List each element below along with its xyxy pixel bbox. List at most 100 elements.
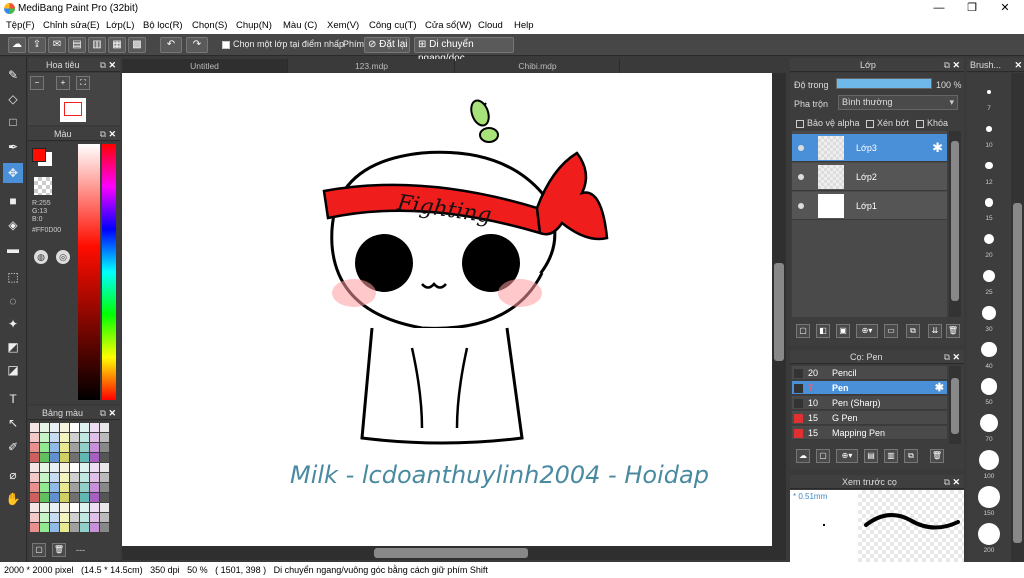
palette-swatch[interactable] [60, 523, 69, 532]
grid-icon[interactable]: ▦ [108, 37, 126, 53]
rect-tool-icon[interactable]: □ [3, 112, 23, 132]
brush-row[interactable]: 15 Mapping Pen [792, 426, 947, 440]
palette-swatch[interactable] [70, 483, 79, 492]
palette-swatch[interactable] [50, 443, 59, 452]
menu-select[interactable]: Chọn(S) [192, 20, 227, 31]
brush-size-dot[interactable] [979, 450, 999, 470]
close-button[interactable]: ✕ [988, 0, 1022, 17]
edit-brush-icon[interactable]: ▤ [864, 449, 878, 463]
palette-swatch[interactable] [60, 513, 69, 522]
palette-swatch[interactable] [70, 513, 79, 522]
navigator-thumbnail[interactable] [60, 98, 86, 122]
menu-cloud[interactable]: Cloud [478, 20, 503, 31]
palette-swatch[interactable] [90, 433, 99, 442]
import-brush-icon[interactable]: ▥ [884, 449, 898, 463]
palette-swatch[interactable] [50, 483, 59, 492]
menu-tools[interactable]: Công cụ(T) [369, 20, 417, 31]
vertical-scrollbar[interactable] [772, 73, 786, 546]
eraser-tool-icon[interactable]: ◇ [3, 89, 23, 109]
palette-swatch[interactable] [50, 463, 59, 472]
palette-swatch[interactable] [90, 423, 99, 432]
brush-size-dot[interactable] [979, 414, 999, 433]
brush-scrollbar[interactable] [949, 366, 961, 444]
foreground-color-swatch[interactable] [32, 148, 46, 162]
bucket-tool-icon[interactable]: ◈ [3, 215, 23, 235]
popout-icon[interactable]: ⧉ [100, 406, 106, 420]
reset-button[interactable]: ⊘ Đặt lại [364, 37, 410, 53]
palette-swatch[interactable] [100, 513, 109, 522]
canvas[interactable]: Fighting Milk - lcdoanthuylinh2004 - Hoi… [122, 73, 772, 546]
palette-swatch[interactable] [30, 473, 39, 482]
palette-swatch[interactable] [90, 513, 99, 522]
palette-swatch[interactable] [90, 523, 99, 532]
zoom-in-icon[interactable]: + [56, 76, 70, 90]
palette-swatch[interactable] [60, 423, 69, 432]
new-brush-icon[interactable]: ▢ [816, 449, 830, 463]
brush-size-scrollbar[interactable] [1011, 73, 1024, 562]
menu-file[interactable]: Tệp(F) [6, 20, 35, 31]
dropper-tool-icon[interactable]: ✐ [3, 437, 23, 457]
palette-swatch[interactable] [100, 473, 109, 482]
palette-swatch[interactable] [60, 463, 69, 472]
brush-size-dot[interactable] [984, 198, 994, 207]
palette-swatch[interactable] [60, 443, 69, 452]
trash-icon[interactable]: 🗑 [930, 449, 944, 463]
menu-filter[interactable]: Bộ lọc(R) [143, 20, 183, 31]
palette-swatch[interactable] [50, 523, 59, 532]
brush-size-dot[interactable] [978, 522, 1000, 545]
tab-123[interactable]: 123.mdp [289, 59, 455, 73]
palette-swatch[interactable] [80, 493, 89, 502]
palette-swatch[interactable] [30, 453, 39, 462]
select-layer-checkbox[interactable]: Chọn một lớp tại điểm nhấp [222, 39, 344, 49]
cloud-download-icon[interactable]: ☁ [796, 449, 810, 463]
select-pen-tool-icon[interactable]: ◩ [3, 337, 23, 357]
new-halftone-layer-icon[interactable]: ◧ [816, 324, 830, 338]
palette-swatch[interactable] [90, 443, 99, 452]
popout-icon[interactable]: ⧉ [944, 350, 950, 364]
palette-swatch[interactable] [70, 473, 79, 482]
palette-swatch[interactable] [70, 523, 79, 532]
palette-swatch[interactable] [100, 463, 109, 472]
palette-swatch[interactable] [100, 503, 109, 512]
palette-swatch[interactable] [40, 463, 49, 472]
popout-icon[interactable]: ⧉ [100, 127, 106, 141]
palette-swatch[interactable] [30, 513, 39, 522]
layer-scrollbar[interactable] [949, 131, 961, 317]
move-hv-button[interactable]: ⊞ Di chuyển ngang/dọc [414, 37, 514, 64]
brush-size-dot[interactable] [987, 90, 991, 94]
folder-icon[interactable]: ▭ [884, 324, 898, 338]
palette-swatch[interactable] [70, 493, 79, 502]
palette-swatch[interactable] [50, 513, 59, 522]
palette-swatch[interactable] [70, 433, 79, 442]
blend-select[interactable]: Bình thường ▾ [838, 95, 958, 110]
layer-row[interactable]: Lớp1 [792, 192, 947, 220]
palette-swatch[interactable] [80, 453, 89, 462]
protect-alpha-checkbox[interactable]: Bảo vệ alpha [796, 118, 860, 128]
popout-icon[interactable]: ⧉ [944, 475, 950, 489]
eye-icon[interactable] [798, 174, 804, 180]
palette-swatch[interactable] [40, 423, 49, 432]
palette-alt-icon[interactable]: ◎ [56, 250, 70, 264]
brush-size-dot[interactable] [986, 126, 992, 132]
gradient-tool-icon[interactable]: ▬ [3, 239, 23, 259]
palette-swatch[interactable] [90, 483, 99, 492]
palette-swatch[interactable] [60, 503, 69, 512]
tab-chibi[interactable]: Chibi.mdp [456, 59, 620, 73]
palette-swatch[interactable] [100, 453, 109, 462]
brightness-slider[interactable] [78, 144, 100, 400]
layer-row[interactable]: Lớp2 [792, 163, 947, 191]
brush-size-dot[interactable] [985, 162, 993, 170]
palette-swatch[interactable] [80, 443, 89, 452]
cloud-icon[interactable]: ☁ [8, 37, 26, 53]
brush-size-dot[interactable] [980, 378, 998, 395]
duplicate-icon[interactable]: ⧉ [906, 324, 920, 338]
palette-swatch[interactable] [40, 453, 49, 462]
add-brush-menu-icon[interactable]: ⊕▾ [836, 449, 858, 463]
move-tool-icon[interactable]: ✥ [3, 163, 23, 183]
page-icon[interactable]: ▥ [88, 37, 106, 53]
minimize-button[interactable]: — [922, 0, 956, 17]
menu-window[interactable]: Cửa sổ(W) [425, 20, 471, 31]
close-icon[interactable]: ✕ [108, 58, 116, 72]
horizontal-scrollbar[interactable] [122, 546, 786, 560]
palette-swatch[interactable] [70, 443, 79, 452]
